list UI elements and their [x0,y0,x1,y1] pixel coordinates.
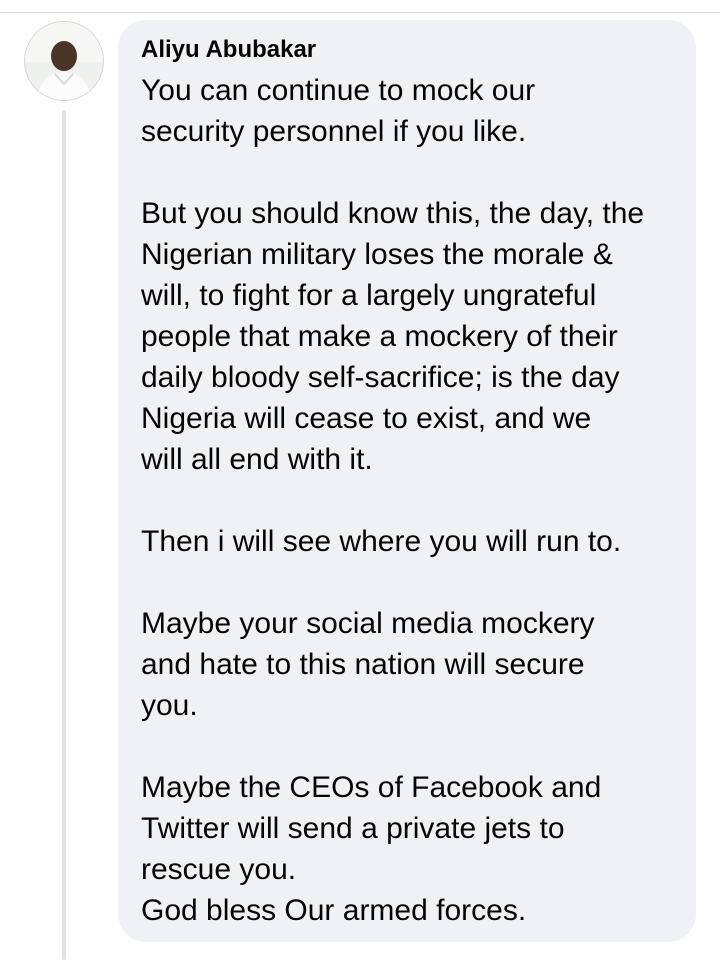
comment-line: will, to fight for a largely ungrateful [141,279,597,312]
comment-line: Then i will see where you will run to. [141,525,622,558]
comment-line: Nigeria will cease to exist, and we [141,402,592,435]
comment-line: daily bloody self-sacrifice; is the day [141,361,620,394]
comment-line: Maybe your social media mockery [141,607,595,640]
comment-line: Nigerian military loses the morale & [141,238,613,271]
comment-author-name[interactable]: Aliyu Abubakar [141,36,316,64]
comment-line: will all end with it. [141,443,373,476]
comment-line: Maybe the CEOs of Facebook and [141,771,602,804]
comment-line: God bless Our armed forces. [141,894,527,927]
comment-line: rescue you. [141,853,297,886]
avatar[interactable] [24,21,104,101]
comment-line: people that make a mockery of their [141,320,618,353]
thread-line [62,110,66,960]
comment-line: Twitter will send a private jets to [141,812,565,845]
comment-line: security personnel if you like. [141,115,527,148]
top-divider [0,12,720,13]
comment-line: and hate to this nation will secure [141,648,585,681]
comment-line: you. [141,689,198,722]
comment-line: You can continue to mock our [141,74,536,107]
avatar-photo [25,22,103,100]
comment-line: But you should know this, the day, the [141,197,645,230]
